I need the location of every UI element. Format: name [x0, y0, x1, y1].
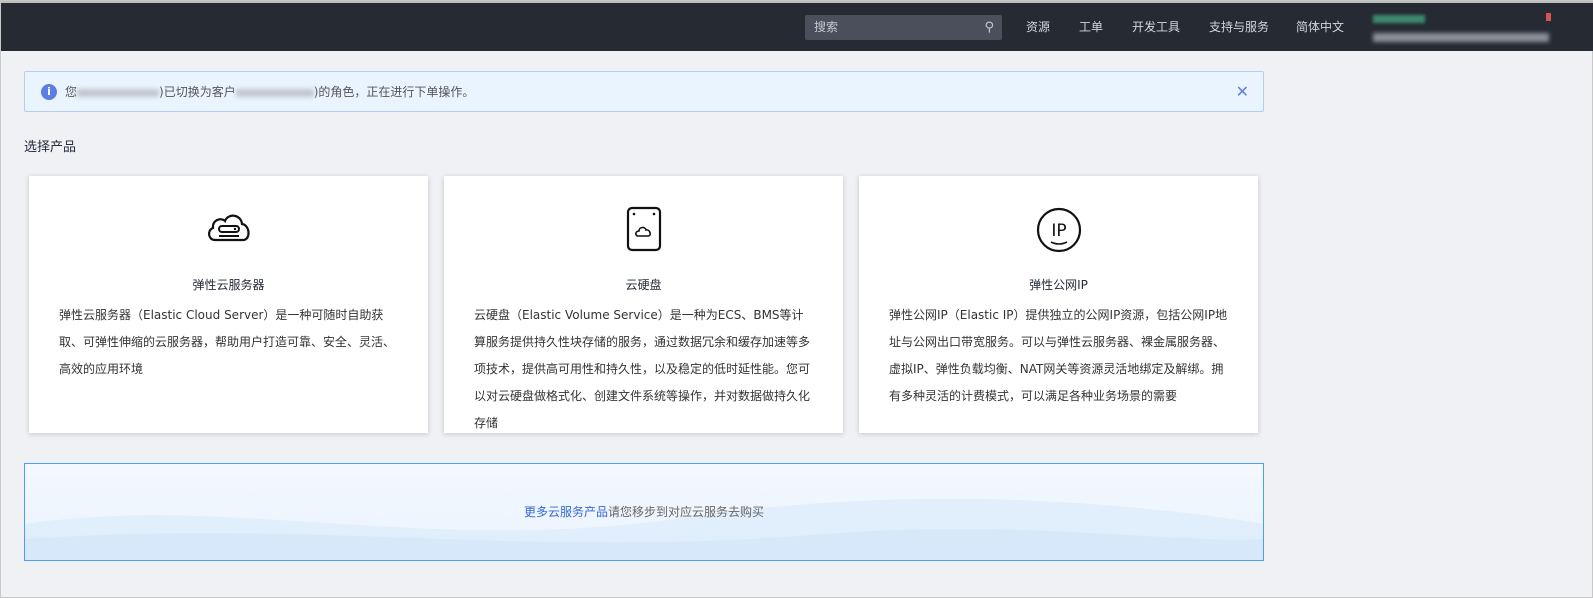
product-name: 弹性云服务器 [192, 278, 265, 292]
svg-text:IP: IP [1051, 221, 1066, 241]
elastic-ip-icon: IP [859, 206, 1258, 256]
product-card-eip[interactable]: IP 弹性公网IP 弹性公网IP（Elastic IP）提供独立的公网IP资源，… [859, 176, 1258, 433]
blurred-customer [235, 88, 314, 97]
user-name-blurred[interactable] [1373, 15, 1425, 23]
nav-resources[interactable]: 资源 [1026, 3, 1050, 51]
more-services-banner: 更多云服务产品请您移步到对应云服务去购买 [24, 463, 1264, 561]
product-desc: 弹性公网IP（Elastic IP）提供独立的公网IP资源，包括公网IP地址与公… [889, 308, 1228, 403]
user-account-blurred[interactable] [1373, 33, 1549, 42]
alert-text: 您 [65, 85, 78, 99]
blurred-account [77, 88, 160, 97]
product-name: 弹性公网IP [1029, 278, 1088, 292]
alert-text: )已切换为客户 [159, 85, 236, 99]
alert-text: )的角色，正在进行下单操作。 [313, 85, 475, 99]
info-icon: i [41, 84, 57, 100]
banner-text: 请您移步到对应云服务去购买 [608, 505, 765, 519]
cloud-server-icon [29, 206, 428, 256]
more-services-link[interactable]: 更多云服务产品 [524, 505, 608, 519]
close-icon[interactable]: ✕ [1236, 72, 1249, 112]
nav-dev-tools[interactable]: 开发工具 [1132, 3, 1180, 51]
role-switch-alert: i 您 )已切换为客户 )的角色，正在进行下单操作。 ✕ [24, 71, 1264, 112]
nav-support[interactable]: 支持与服务 [1209, 3, 1269, 51]
search-placeholder: 搜索 [814, 20, 839, 34]
product-desc: 弹性云服务器（Elastic Cloud Server）是一种可随时自助获取、可… [59, 308, 396, 376]
top-bar: 搜索 ⚲ 资源 工单 开发工具 支持与服务 简体中文 [1, 1, 1593, 51]
product-name: 云硬盘 [625, 278, 662, 292]
nav-tickets[interactable]: 工单 [1079, 3, 1103, 51]
product-desc: 云硬盘（Elastic Volume Service）是一种为ECS、BMS等计… [474, 308, 811, 430]
disk-icon [444, 206, 843, 256]
product-card-evs[interactable]: 云硬盘 云硬盘（Elastic Volume Service）是一种为ECS、B… [444, 176, 843, 433]
nav-language[interactable]: 简体中文 [1296, 3, 1344, 51]
notification-flag-icon[interactable] [1546, 13, 1551, 21]
search-input[interactable]: 搜索 ⚲ [805, 15, 1002, 40]
section-title: 选择产品 [24, 140, 77, 155]
search-icon[interactable]: ⚲ [984, 15, 994, 40]
product-card-ecs[interactable]: 弹性云服务器 弹性云服务器（Elastic Cloud Server）是一种可随… [29, 176, 428, 433]
